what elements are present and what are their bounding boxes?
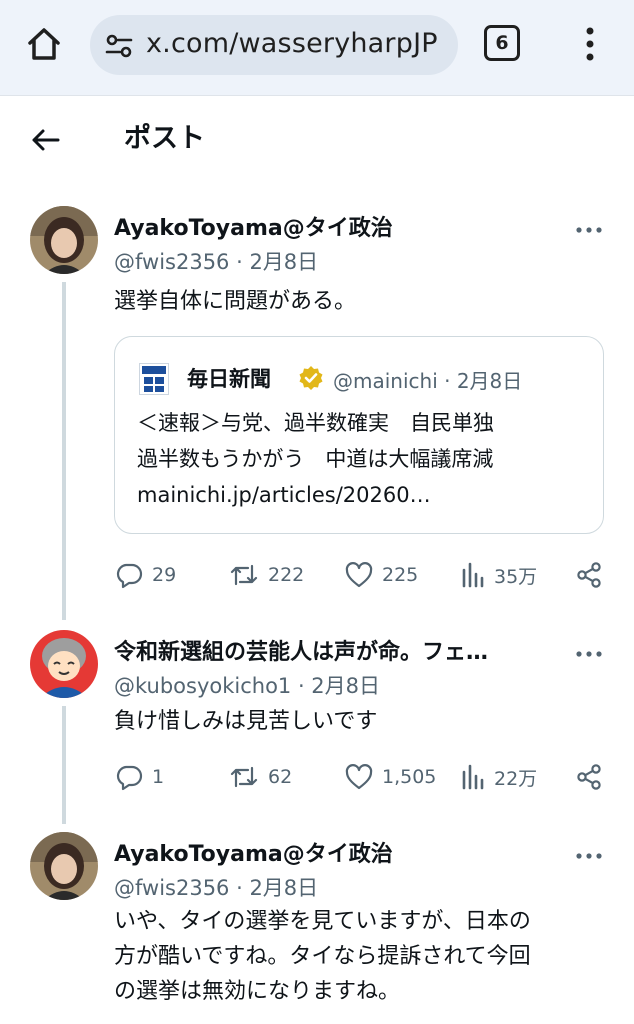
- views-button[interactable]: 35万: [460, 558, 537, 592]
- avatar[interactable]: [30, 630, 98, 698]
- repost-icon: [230, 766, 258, 788]
- back-arrow-icon: [32, 129, 60, 151]
- share-button[interactable]: [574, 760, 604, 794]
- quoted-author-handle: @mainichi · 2月8日: [333, 369, 523, 393]
- home-icon: [28, 28, 60, 60]
- more-horiz-icon: [576, 853, 602, 859]
- post-text-line: 方が酷いですね。タイなら提訴されて今回: [114, 944, 531, 969]
- like-count: 1,505: [382, 766, 437, 788]
- like-button[interactable]: 225: [344, 558, 418, 592]
- post-actions: 1 62 1,505 22万: [114, 760, 610, 794]
- author-name[interactable]: AyakoToyama@タイ政治: [114, 836, 393, 868]
- quoted-post-text: ＜速報＞与党、過半数確実 自民単独 過半数もうかがう 中道は大幅議席減 main…: [137, 405, 589, 513]
- like-button[interactable]: 1,505: [344, 760, 436, 794]
- author-name[interactable]: AyakoToyama@タイ政治: [114, 210, 393, 242]
- author-handle[interactable]: @fwis2356 · 2月8日: [114, 872, 318, 902]
- views-count: 35万: [494, 565, 538, 588]
- post-text: 選挙自体に問題がある。: [114, 289, 357, 314]
- views-icon: [462, 764, 484, 790]
- mainichi-logo: [139, 363, 169, 395]
- page-title: ポスト: [124, 123, 205, 154]
- repost-button[interactable]: 222: [228, 558, 304, 592]
- author-handle[interactable]: @fwis2356 · 2月8日: [114, 246, 318, 276]
- reply-button[interactable]: 1: [114, 760, 164, 794]
- like-count: 225: [382, 564, 419, 586]
- tune-icon[interactable]: [104, 31, 134, 61]
- repost-icon: [230, 564, 258, 586]
- post-text: 負け惜しみは見苦しいです: [114, 709, 378, 734]
- quoted-post[interactable]: 毎日新聞 @mainichi · 2月8日 ＜速報＞与党、過半数確実 自民単独 …: [114, 336, 604, 534]
- quoted-link[interactable]: mainichi.jp/articles/20260…: [137, 477, 589, 513]
- more-vert-icon: [586, 27, 594, 61]
- verified-badge-icon: [299, 366, 323, 390]
- post-more-button[interactable]: [574, 644, 604, 657]
- views-icon: [462, 562, 484, 588]
- post-text: いや、タイの選挙を見ていますが、日本の 方が酷いですね。タイなら提訴されて今回 …: [114, 904, 614, 1009]
- url-text[interactable]: x.com/wasseryharpJP: [146, 28, 438, 59]
- like-icon: [345, 562, 373, 588]
- share-icon: [577, 764, 601, 790]
- thread-line: [62, 706, 66, 824]
- quoted-text-line: 過半数もうかがう 中道は大幅議席減: [137, 447, 494, 471]
- avatar-illustration: [30, 630, 98, 698]
- repost-count: 222: [268, 564, 305, 586]
- avatar[interactable]: [30, 206, 98, 274]
- quoted-text-line: ＜速報＞与党、過半数確実 自民単独: [137, 411, 494, 435]
- avatar-photo: [30, 832, 98, 900]
- page-header: ポスト: [0, 96, 634, 182]
- like-icon: [345, 764, 373, 790]
- views-count: 22万: [494, 767, 538, 790]
- reply-icon: [116, 563, 143, 589]
- address-bar[interactable]: x.com/wasseryharpJP: [90, 15, 458, 75]
- reply-count: 1: [152, 766, 165, 788]
- author-name[interactable]: 令和新選組の芸能人は声が命。フェ…: [114, 634, 488, 666]
- views-button[interactable]: 22万: [460, 760, 537, 794]
- avatar[interactable]: [30, 832, 98, 900]
- more-horiz-icon: [576, 227, 602, 233]
- repost-count: 62: [268, 766, 293, 788]
- post-more-button[interactable]: [574, 846, 604, 859]
- repost-button[interactable]: 62: [228, 760, 292, 794]
- home-button[interactable]: [22, 22, 66, 66]
- back-button[interactable]: [28, 122, 64, 158]
- share-icon: [577, 562, 601, 588]
- post-text-line: の選挙は無効になりますね。: [114, 979, 401, 1004]
- post-text-line: いや、タイの選挙を見ていますが、日本の: [114, 909, 531, 934]
- browser-menu-button[interactable]: [578, 24, 602, 64]
- reply-button[interactable]: 29: [114, 558, 176, 592]
- reply-icon: [116, 765, 143, 791]
- thread-line: [62, 282, 66, 620]
- author-handle[interactable]: @kubosyokicho1 · 2月8日: [114, 670, 380, 700]
- share-button[interactable]: [574, 558, 604, 592]
- post-actions: 29 222 225 35万: [114, 558, 610, 592]
- post-more-button[interactable]: [574, 220, 604, 233]
- reply-count: 29: [152, 564, 177, 586]
- more-horiz-icon: [576, 651, 602, 657]
- browser-toolbar: x.com/wasseryharpJP 6: [0, 0, 634, 96]
- tabs-button[interactable]: 6: [484, 25, 520, 61]
- quoted-author-name: 毎日新聞: [187, 367, 271, 391]
- avatar-photo: [30, 206, 98, 274]
